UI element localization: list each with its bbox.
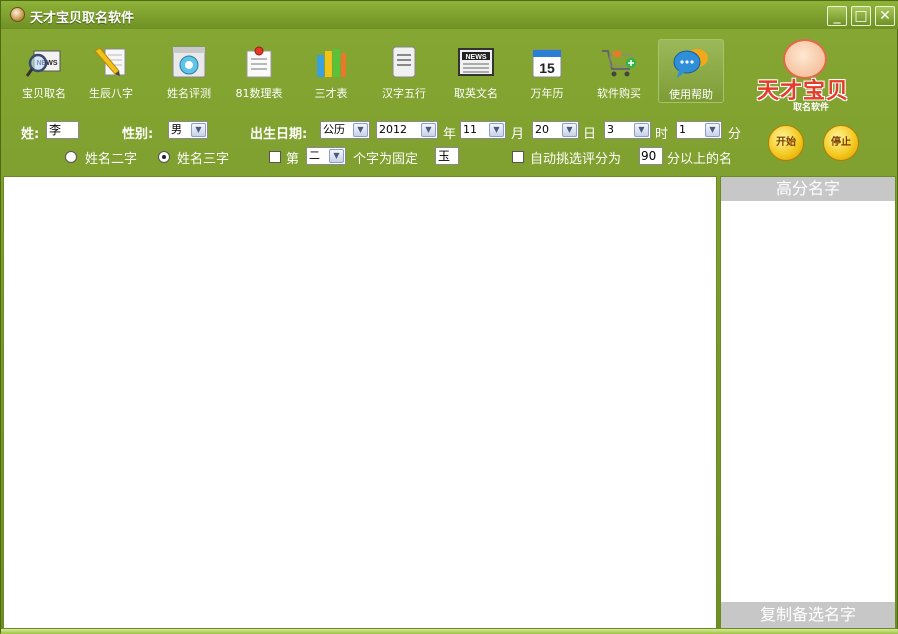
month-unit: 月 bbox=[511, 127, 525, 142]
high-score-panel[interactable]: 高分名字 复制备选名字 bbox=[720, 176, 896, 629]
day-unit: 日 bbox=[583, 127, 597, 142]
calendar-type-value: 公历 bbox=[323, 123, 345, 136]
gender-label: 性别: bbox=[122, 127, 154, 142]
hour-value: 3 bbox=[607, 123, 614, 136]
auto-select-checkbox[interactable] bbox=[512, 151, 524, 163]
chevron-down-icon[interactable]: ▼ bbox=[329, 149, 344, 163]
toolbar-label: 使用帮助 bbox=[669, 88, 713, 101]
app-icon bbox=[10, 7, 25, 22]
chevron-down-icon[interactable]: ▼ bbox=[421, 123, 436, 137]
start-button[interactable]: 开始 bbox=[768, 125, 804, 161]
news-search-icon: NEWS bbox=[25, 45, 62, 79]
chevron-down-icon[interactable]: ▼ bbox=[353, 123, 368, 137]
chevron-down-icon[interactable]: ▼ bbox=[489, 123, 504, 137]
copy-candidates-button[interactable]: 复制备选名字 bbox=[721, 602, 895, 628]
chevron-down-icon[interactable]: ▼ bbox=[191, 123, 206, 137]
toolbar-label: 生辰八字 bbox=[89, 87, 133, 100]
pencil-paper-icon bbox=[93, 45, 129, 79]
three-char-radio[interactable] bbox=[158, 151, 170, 163]
toolbar-label: 万年历 bbox=[530, 87, 564, 100]
toolbar-label: 姓名评测 bbox=[167, 87, 211, 100]
logo-subtitle: 取名软件 bbox=[793, 103, 830, 113]
day-value: 20 bbox=[535, 123, 549, 136]
surname-label: 姓: bbox=[21, 127, 40, 142]
chevron-down-icon[interactable]: ▼ bbox=[562, 123, 577, 137]
auto-score-input[interactable]: 90 bbox=[639, 147, 663, 165]
toolbar-hanzi-wuxing[interactable]: 汉字五行 bbox=[371, 39, 437, 103]
gender-value: 男 bbox=[171, 123, 182, 136]
fixed-prefix-label: 第 bbox=[286, 152, 300, 167]
year-unit: 年 bbox=[443, 127, 457, 142]
auto-suffix-label: 分以上的名 bbox=[667, 152, 733, 167]
stop-button[interactable]: 停止 bbox=[823, 125, 859, 161]
toolbar-label: 汉字五行 bbox=[382, 87, 426, 100]
fixed-char-checkbox[interactable] bbox=[269, 151, 281, 163]
high-score-header: 高分名字 bbox=[721, 177, 895, 201]
year-select[interactable]: 2012 ▼ bbox=[376, 121, 438, 139]
toolbar-label: 取英文名 bbox=[454, 87, 498, 100]
book-stack-icon bbox=[313, 45, 349, 79]
bottom-border bbox=[1, 629, 898, 634]
close-button[interactable]: ✕ bbox=[875, 6, 895, 26]
toolbar-name-evaluation[interactable]: 姓名评测 bbox=[156, 39, 222, 103]
main-window: 天才宝贝取名软件 _ □ ✕ NEWS 宝贝取名 生辰八字 bbox=[0, 0, 898, 634]
toolbar-english-name[interactable]: NEWS 取英文名 bbox=[443, 39, 509, 103]
minute-select[interactable]: 1 ▼ bbox=[676, 121, 722, 139]
calendar-day: 15 bbox=[539, 60, 555, 76]
two-char-label: 姓名二字 bbox=[85, 152, 138, 167]
month-value: 11 bbox=[463, 123, 477, 136]
toolbar-help[interactable]: 使用帮助 bbox=[658, 39, 724, 103]
fixed-suffix-label: 个字为固定 bbox=[353, 152, 419, 167]
fixed-position-value: 二 bbox=[309, 149, 320, 162]
gender-select[interactable]: 男 ▼ bbox=[168, 121, 208, 139]
month-select[interactable]: 11 ▼ bbox=[460, 121, 506, 139]
fixed-char-input[interactable]: 玉 bbox=[435, 147, 459, 165]
chevron-down-icon[interactable]: ▼ bbox=[705, 123, 720, 137]
birth-date-label: 出生日期: bbox=[250, 127, 308, 142]
toolbar-81-table[interactable]: 81数理表 bbox=[226, 39, 292, 103]
minute-value: 1 bbox=[679, 123, 686, 136]
auto-select-label: 自动挑选评分为 bbox=[530, 152, 622, 167]
toolbar-three-talents[interactable]: 三才表 bbox=[298, 39, 364, 103]
minimize-button[interactable]: _ bbox=[827, 6, 847, 26]
hour-select[interactable]: 3 ▼ bbox=[604, 121, 651, 139]
newspaper-icon: NEWS bbox=[458, 45, 494, 79]
toolbar-label: 三才表 bbox=[314, 87, 348, 100]
surname-input[interactable]: 李 bbox=[46, 121, 79, 139]
name-results-area[interactable] bbox=[3, 176, 717, 629]
toolbar-birth-bazi[interactable]: 生辰八字 bbox=[78, 39, 144, 103]
title-bar[interactable]: 天才宝贝取名软件 _ □ ✕ bbox=[1, 1, 898, 29]
notepad-pin-icon bbox=[241, 45, 277, 79]
maximize-button[interactable]: □ bbox=[851, 6, 871, 26]
newspaper-text: NEWS bbox=[466, 54, 487, 61]
toolbar-label: 宝贝取名 bbox=[22, 87, 66, 100]
two-char-radio[interactable] bbox=[65, 151, 77, 163]
fixed-position-select[interactable]: 二 ▼ bbox=[306, 147, 346, 165]
toolbar-label: 软件购买 bbox=[597, 87, 641, 100]
brand-logo: 天才宝贝 取名软件 bbox=[753, 39, 873, 115]
day-select[interactable]: 20 ▼ bbox=[532, 121, 579, 139]
hour-unit: 时 bbox=[655, 127, 669, 142]
toolbar-baby-naming[interactable]: NEWS 宝贝取名 bbox=[11, 39, 77, 103]
chat-bubbles-icon bbox=[673, 46, 709, 80]
minute-unit: 分 bbox=[728, 127, 742, 142]
window-title: 天才宝贝取名软件 bbox=[30, 11, 135, 26]
toolbar-purchase[interactable]: 软件购买 bbox=[586, 39, 652, 103]
dial-window-icon bbox=[171, 45, 207, 79]
year-value: 2012 bbox=[379, 123, 407, 136]
toolbar-label: 81数理表 bbox=[235, 87, 283, 100]
toolbar-calendar[interactable]: 15 万年历 bbox=[514, 39, 580, 103]
calendar-icon: 15 bbox=[529, 45, 565, 79]
three-char-label: 姓名三字 bbox=[177, 152, 230, 167]
document-icon bbox=[386, 45, 422, 79]
calendar-type-select[interactable]: 公历 ▼ bbox=[320, 121, 370, 139]
shopping-cart-icon bbox=[601, 45, 637, 79]
chevron-down-icon[interactable]: ▼ bbox=[634, 123, 649, 137]
